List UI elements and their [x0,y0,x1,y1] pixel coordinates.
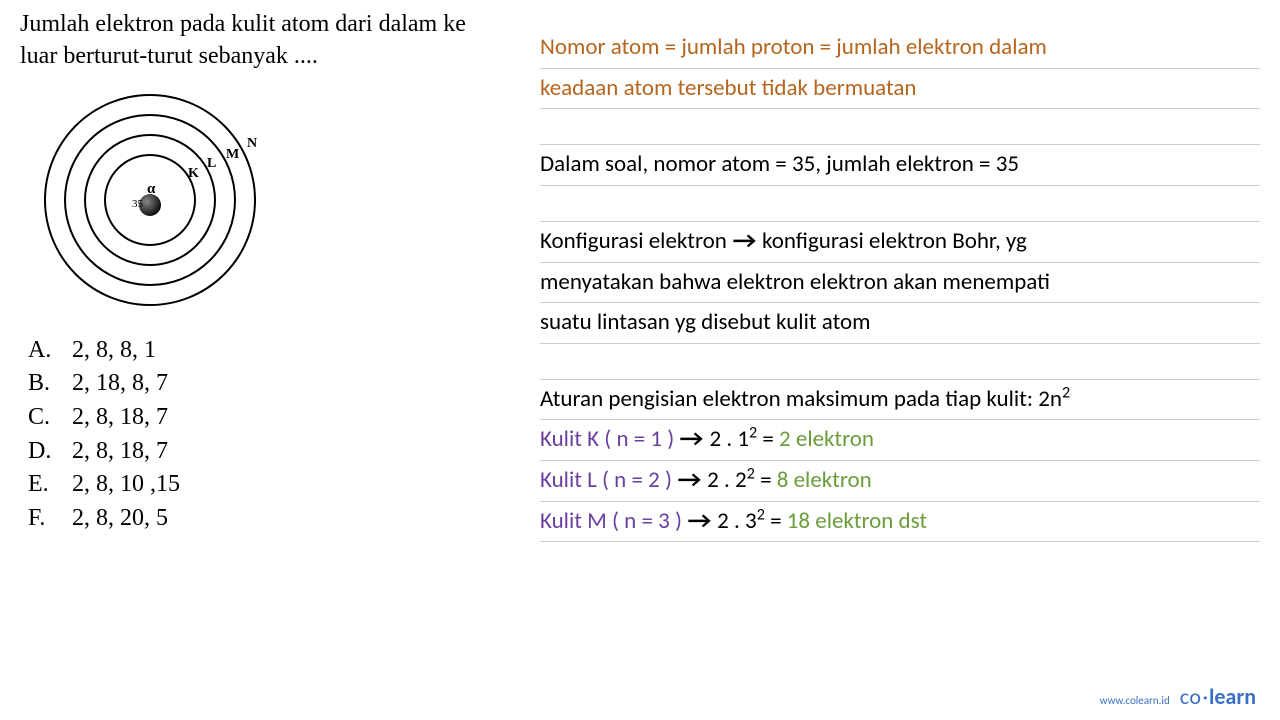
option-a: A.2, 8, 8, 1 [28,334,500,368]
footer-logo: co·learn [1180,683,1256,710]
exp-kulit-l: Kulit L ( n = 2 ) → 2 . 22 = 8 elektron [540,463,1260,502]
empty-line [540,111,1260,145]
exp-line-3: Dalam soal, nomor atom = 35, jumlah elek… [540,147,1260,186]
exp-line-1: Nomor atom = jumlah proton = jumlah elek… [540,30,1260,69]
exp-kulit-m: Kulit M ( n = 3 ) → 2 . 32 = 18 elektron… [540,504,1260,543]
arrow-icon: → [680,422,704,458]
svg-text:L: L [207,156,216,171]
question-line-2: luar berturut-turut sebanyak .... [20,43,318,69]
svg-text:N: N [247,136,257,151]
arrow-icon: → [678,463,702,499]
footer-url: www.colearn.id [1100,694,1170,707]
option-d: D.2, 8, 18, 7 [28,435,500,469]
question-text: Jumlah elektron pada kulit atom dari dal… [20,8,500,73]
option-e: E.2, 8, 10 ,15 [28,468,500,502]
empty-line [540,346,1260,380]
exp-line-4: Konfigurasi elektron → konfigurasi elekt… [540,224,1260,263]
explanation-panel: Nomor atom = jumlah proton = jumlah elek… [500,8,1260,680]
exp-line-6: suatu lintasan yg disebut kulit atom [540,305,1260,344]
arrow-icon: → [732,224,756,260]
exp-line-2: keadaan atom tersebut tidak bermuatan [540,71,1260,110]
exp-line-7: Aturan pengisian elektron maksimum pada … [540,382,1260,421]
empty-line [540,188,1260,222]
svg-text:K: K [188,166,199,181]
option-f: F.2, 8, 20, 5 [28,502,500,536]
question-line-1: Jumlah elektron pada kulit atom dari dal… [20,11,466,37]
option-c: C.2, 8, 18, 7 [28,401,500,435]
exp-line-5: menyatakan bahwa elektron elektron akan … [540,265,1260,304]
option-b: B.2, 18, 8, 7 [28,367,500,401]
question-panel: Jumlah elektron pada kulit atom dari dal… [20,8,500,680]
svg-text:35: 35 [132,198,144,210]
exp-kulit-k: Kulit K ( n = 1 ) → 2 . 12 = 2 elektron [540,422,1260,461]
svg-text:α: α [147,181,156,197]
bohr-model-icon: α 35 K L M N [20,85,280,315]
atom-diagram: α 35 K L M N [20,85,500,320]
answer-options: A.2, 8, 8, 1 B.2, 18, 8, 7 C.2, 8, 18, 7… [20,334,500,536]
footer: www.colearn.id co·learn [1100,683,1256,710]
svg-text:M: M [226,147,239,162]
arrow-icon: → [688,504,712,540]
